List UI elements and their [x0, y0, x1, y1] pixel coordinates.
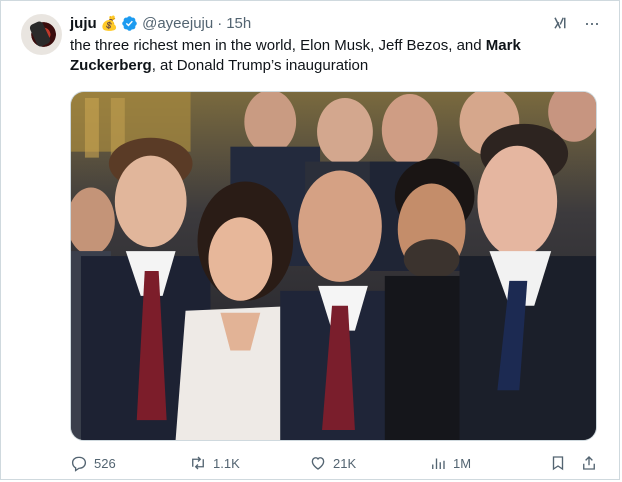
tweet-photo[interactable] — [70, 91, 597, 441]
action-bar: 526 1.1K 21K 1M — [70, 453, 600, 473]
tweet-card[interactable]: juju 💰 @ayeejuju · 15h ··· the three ric… — [0, 0, 620, 480]
header-actions: ··· — [552, 14, 600, 32]
tweet-text: the three richest men in the world, Elon… — [70, 36, 590, 76]
tweet-text-part2: , at Donald Trump’s inauguration — [151, 57, 369, 74]
bookmark-button[interactable] — [549, 453, 567, 473]
views-count: 1M — [453, 455, 472, 471]
inauguration-photo — [71, 92, 596, 440]
verified-badge-icon — [122, 15, 137, 31]
avatar[interactable] — [21, 14, 62, 55]
like-count: 21K — [333, 455, 357, 471]
share-icon — [583, 456, 595, 470]
repost-count: 1.1K — [213, 455, 240, 471]
repost-icon — [192, 456, 204, 470]
views-icon — [432, 458, 445, 469]
separator-dot: · — [217, 14, 223, 32]
like-button[interactable]: 21K — [309, 453, 356, 473]
reply-count: 526 — [94, 455, 116, 471]
author-handle[interactable]: @ayeejuju — [142, 15, 213, 32]
author-name[interactable]: juju — [70, 15, 97, 32]
reply-button[interactable]: 526 — [70, 453, 116, 473]
tweet-header: juju 💰 @ayeejuju · 15h ··· — [70, 12, 600, 34]
bookmark-icon — [552, 456, 564, 471]
grok-icon[interactable] — [552, 14, 570, 32]
views-button[interactable]: 1M — [429, 453, 471, 473]
heart-icon — [311, 457, 325, 470]
tweet-text-part1: the three richest men in the world, Elon… — [70, 37, 486, 54]
more-icon[interactable]: ··· — [584, 14, 600, 32]
repost-button[interactable]: 1.1K — [189, 453, 240, 473]
reply-icon — [71, 456, 87, 472]
timestamp[interactable]: 15h — [226, 15, 251, 32]
share-button[interactable] — [580, 453, 598, 473]
money-bag-emoji: 💰 — [100, 14, 119, 31]
